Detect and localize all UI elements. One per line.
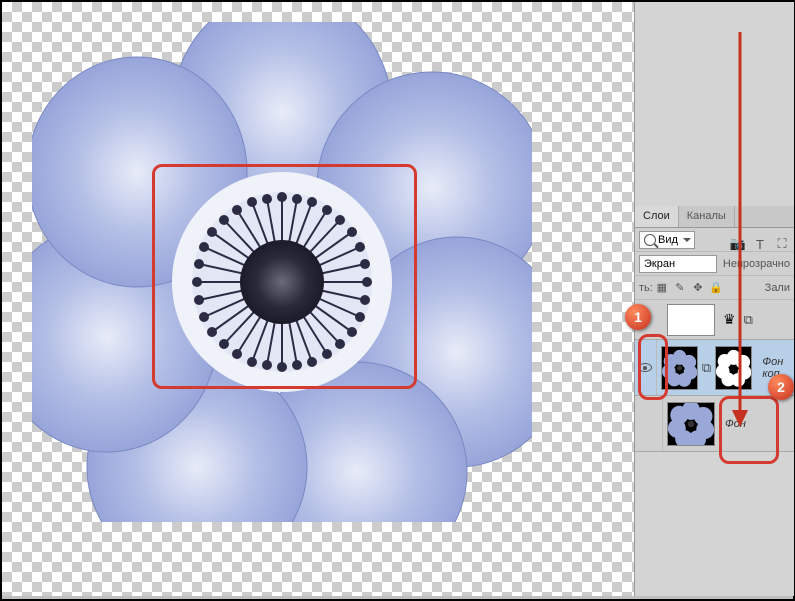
lock-brush-icon[interactable]: ✎ xyxy=(673,281,687,295)
adjustment-thumb xyxy=(667,304,715,336)
blend-mode-dropdown[interactable]: Экран xyxy=(639,255,717,273)
link-icon[interactable]: ⧉ xyxy=(702,360,711,376)
layer-background[interactable]: Фон xyxy=(635,396,794,452)
flower-image xyxy=(32,22,532,522)
visibility-toggle[interactable] xyxy=(635,340,657,395)
lock-label: ть: xyxy=(639,282,653,294)
tool-crop-icon[interactable]: ⛶ xyxy=(774,236,790,252)
filter-mode-label: Вид xyxy=(658,234,678,246)
lock-pixels-icon[interactable]: ▦ xyxy=(655,281,669,295)
layer-thumb[interactable] xyxy=(667,402,715,446)
annotation-arrow xyxy=(720,32,760,432)
layers-panel: Слои Каналы 📷 T ⛶ Вид Экран Непрозрачно … xyxy=(634,2,794,596)
visibility-toggle[interactable] xyxy=(635,396,663,451)
layer-thumb[interactable] xyxy=(661,346,698,390)
annotation-badge-2: 2 xyxy=(768,374,794,400)
layer-adjustment[interactable]: ♛ ⧉ xyxy=(635,300,794,340)
lock-move-icon[interactable]: ✥ xyxy=(691,281,705,295)
fill-label: Зали xyxy=(765,282,790,294)
layer-filter-dropdown[interactable]: Вид xyxy=(639,231,695,249)
tab-layers[interactable]: Слои xyxy=(635,206,679,227)
eye-icon xyxy=(638,363,652,372)
canvas-area[interactable] xyxy=(2,2,634,596)
search-icon xyxy=(644,234,656,246)
annotation-badge-1: 1 xyxy=(625,304,651,330)
